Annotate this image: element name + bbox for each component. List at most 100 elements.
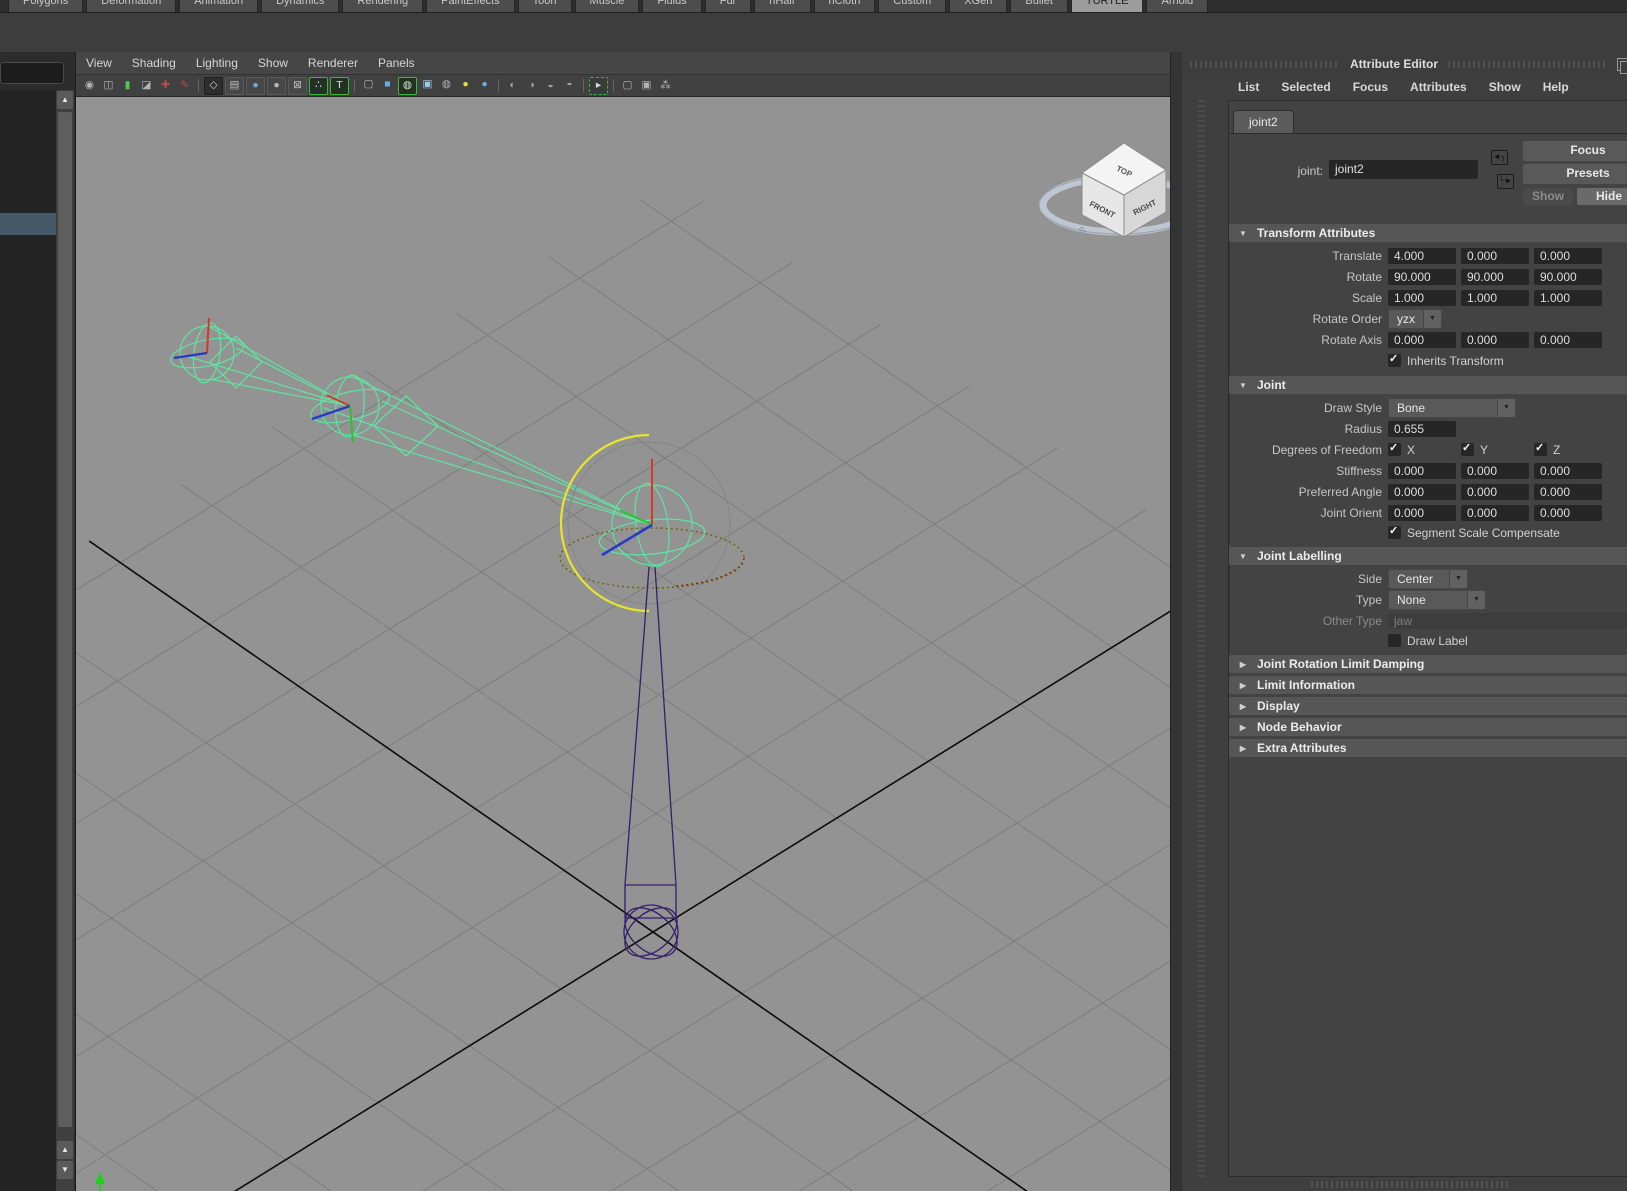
rotate-order-dropdown[interactable]: yzx ▼ [1388, 308, 1442, 329]
attribute-editor-menu[interactable]: Selected [1270, 80, 1341, 94]
shelf-tab[interactable]: Arnold [1146, 0, 1209, 12]
chevron-down-icon[interactable]: ▼ [1467, 589, 1486, 610]
textured-cube-icon[interactable]: ◍ [398, 76, 417, 95]
shelf-tab[interactable]: nCloth [813, 0, 876, 12]
detach-panel-icon[interactable] [1617, 57, 1627, 74]
shelf-tab[interactable]: Dynamics [261, 0, 340, 12]
attribute-editor-menu[interactable]: Attributes [1399, 80, 1478, 94]
side-dropdown[interactable]: Center ▼ [1388, 568, 1468, 589]
pin-tab-icon[interactable]: ◄┐ [1491, 150, 1508, 165]
copy-tab-icon[interactable]: └► [1497, 174, 1514, 189]
shelf-tab[interactable]: Animation [179, 0, 259, 12]
shelf-tab[interactable]: Fur [704, 0, 752, 12]
wire-cube-icon[interactable]: ▢ [360, 77, 377, 93]
viewport-menu[interactable]: Show [248, 52, 298, 74]
focus-button[interactable]: Focus [1522, 140, 1627, 162]
viewport-menu[interactable]: Shading [122, 52, 186, 74]
grease-pencil-icon[interactable]: ✎ [176, 78, 193, 94]
node-tab[interactable]: joint2 [1233, 110, 1294, 133]
section-header-transform[interactable]: ▼ Transform Attributes [1229, 224, 1627, 242]
scroll-down-icon[interactable]: ▼ [57, 1161, 73, 1179]
scroll-up-icon[interactable]: ▲ [57, 1141, 73, 1159]
value-field-x[interactable]: 1.000 [1388, 289, 1456, 306]
attribute-editor-menu[interactable]: List [1227, 80, 1270, 94]
shelf-tab[interactable]: Polygons [8, 0, 84, 12]
checker-sphere-icon[interactable]: ◍ [438, 77, 455, 93]
chevron-down-icon[interactable]: ▼ [1497, 397, 1516, 418]
depth-of-field-icon[interactable]: ◓ [561, 78, 578, 94]
value-field-x[interactable]: 0.000 [1388, 331, 1456, 348]
value-field-z[interactable]: 90.000 [1534, 268, 1602, 285]
draw-label-checkbox[interactable] [1388, 634, 1401, 647]
shelf-tab[interactable]: TURTLE [1070, 0, 1144, 12]
textured-mode-icon[interactable]: T [330, 76, 349, 95]
shadows-icon[interactable]: ◐ [504, 78, 521, 94]
pane-cube-icon[interactable]: ▢ [619, 78, 636, 94]
shelf-tab[interactable]: Deformation [86, 0, 177, 12]
value-field-z[interactable]: 0.000 [1534, 247, 1602, 264]
sidebar-selected-row[interactable] [0, 213, 56, 235]
zoom-region-icon[interactable]: ✚ [157, 78, 174, 94]
value-field-y[interactable]: 0.000 [1461, 247, 1529, 264]
shelf-tab[interactable]: PaintEffects [426, 0, 515, 12]
dof-checkbox[interactable] [1534, 441, 1547, 456]
value-field-x[interactable]: 0.000 [1388, 462, 1456, 479]
motion-blur-icon[interactable]: ◒ [542, 78, 559, 94]
drag-handle[interactable] [1448, 60, 1607, 68]
flat-shade-icon[interactable]: ● [267, 76, 286, 95]
shelf-tab[interactable]: XGen [949, 0, 1008, 12]
scrollbar-thumb[interactable] [58, 112, 72, 1127]
dof-checkbox[interactable] [1388, 441, 1401, 456]
segment-scale-checkbox[interactable] [1388, 524, 1401, 539]
value-field-z[interactable]: 0.000 [1534, 331, 1602, 348]
shelf-tab[interactable]: Muscle [574, 0, 640, 12]
value-field-z[interactable]: 0.000 [1534, 462, 1602, 479]
viewport-menu[interactable]: Renderer [298, 52, 368, 74]
xray-cube-icon[interactable]: ▣ [419, 77, 436, 93]
value-field-x[interactable]: 0.000 [1388, 504, 1456, 521]
root-bone[interactable] [616, 566, 686, 966]
drag-handle[interactable] [1190, 60, 1340, 68]
view-cube[interactable]: S E W TOP FRONT RIGHT [1038, 142, 1171, 238]
collapsed-section-header[interactable]: ▶ Joint Rotation Limit Damping [1229, 655, 1627, 673]
collapsed-section-header[interactable]: ▶ Limit Information [1229, 676, 1627, 694]
sidebar-scrollbar[interactable]: ▲ ▲ ▼ [56, 90, 74, 1191]
drag-handle[interactable] [1311, 1180, 1511, 1188]
chevron-down-icon[interactable]: ▼ [1449, 568, 1468, 589]
camera-settings-icon[interactable]: ◫ [100, 78, 117, 94]
show-button[interactable]: Show [1522, 187, 1574, 206]
inherits-transform-checkbox[interactable] [1388, 352, 1401, 367]
sidebar-list-panel[interactable] [0, 90, 56, 1191]
z-axis-handle[interactable] [311, 404, 351, 421]
sidebar-field[interactable] [0, 62, 64, 84]
value-field-z[interactable]: 1.000 [1534, 289, 1602, 306]
attribute-editor-menu[interactable]: Focus [1342, 80, 1399, 94]
value-field-y[interactable]: 1.000 [1461, 289, 1529, 306]
smooth-cube-icon[interactable]: ■ [379, 77, 396, 93]
value-field-y[interactable]: 90.000 [1461, 268, 1529, 285]
all-lights-icon[interactable]: ● [476, 77, 493, 93]
collapsed-section-header[interactable]: ▶ Node Behavior [1229, 718, 1627, 736]
viewport-menu[interactable]: View [76, 52, 122, 74]
film-gate-icon[interactable]: ▤ [225, 76, 244, 95]
shelf-tab[interactable]: nHair [754, 0, 811, 12]
viewport-canvas[interactable]: S E W TOP FRONT RIGHT [76, 96, 1171, 1191]
viewport-menu[interactable]: Panels [368, 52, 425, 74]
attribute-editor-menu[interactable]: Show [1478, 80, 1532, 94]
value-field-y[interactable]: 0.000 [1461, 331, 1529, 348]
smooth-shade-icon[interactable]: ● [246, 76, 265, 95]
hide-button[interactable]: Hide [1576, 187, 1627, 206]
value-field-x[interactable]: 4.000 [1388, 247, 1456, 264]
chevron-down-icon[interactable]: ▼ [1423, 308, 1442, 329]
viewport-menu[interactable]: Lighting [186, 52, 248, 74]
x-axis-handle[interactable] [206, 317, 210, 354]
bounding-box-icon[interactable]: ⊠ [288, 76, 307, 95]
shelf-tab[interactable]: Fluids [642, 0, 702, 12]
value-field-z[interactable]: 0.000 [1534, 504, 1602, 521]
collapsed-section-header[interactable]: ▶ Extra Attributes [1229, 739, 1627, 757]
draw-style-dropdown[interactable]: Bone ▼ [1388, 397, 1516, 418]
default-light-icon[interactable]: ● [457, 77, 474, 93]
radius-field[interactable]: 0.655 [1388, 420, 1456, 437]
value-field-y[interactable]: 0.000 [1461, 462, 1529, 479]
isolate-select-icon[interactable]: ▸ [589, 76, 608, 95]
